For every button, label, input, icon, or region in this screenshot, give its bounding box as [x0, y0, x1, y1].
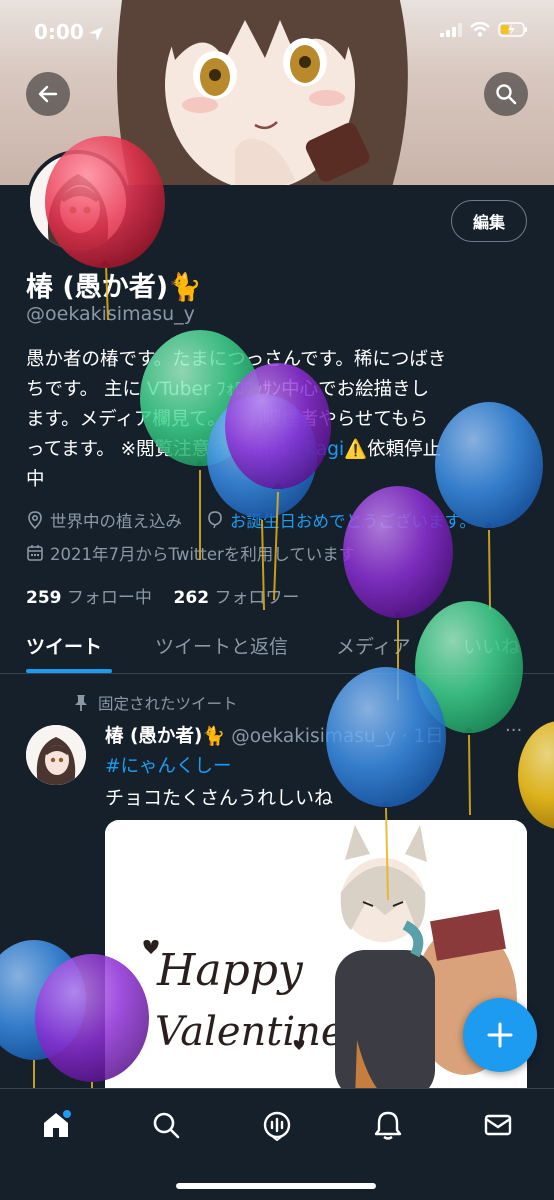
tweet-more-button[interactable]: ···	[505, 720, 522, 741]
nav-notifications[interactable]	[370, 1107, 406, 1143]
wifi-icon	[470, 22, 490, 37]
search-icon	[496, 84, 517, 105]
spaces-icon	[263, 1111, 291, 1141]
arrow-left-icon	[38, 85, 58, 103]
followers-label: フォロワー	[214, 588, 300, 608]
compose-tweet-button[interactable]	[463, 998, 537, 1072]
nav-spaces[interactable]	[259, 1107, 295, 1143]
bio-line: ってます。 ※閲覧注意@tsubaki_kagi⚠️依頼停止	[26, 435, 526, 465]
profile-handle: @oekakisimasu_y	[26, 303, 195, 325]
tweet-meta: @oekakisimasu_y · 1日	[231, 726, 444, 747]
profile-avatar[interactable]	[26, 150, 130, 254]
nav-messages[interactable]	[480, 1107, 516, 1143]
profile-meta-row: 世界中の植え込み お誕生日おめでとうございます。	[26, 508, 476, 532]
following-link[interactable]: 259 フォロー中	[26, 588, 152, 608]
follow-counts: 259 フォロー中 262 フォロワー	[26, 583, 299, 608]
tweet-avatar[interactable]	[26, 725, 86, 785]
followers-count: 262	[173, 588, 210, 608]
balloon-icon	[208, 511, 222, 529]
home-indicator	[176, 1183, 376, 1189]
bio-line: ます。メディア欄見て。受動喫煙者やらせてもら	[26, 409, 429, 430]
birthday-text: お誕生日おめでとうございます。	[230, 512, 476, 531]
tab-tweets-and-replies[interactable]: ツイートと返信	[155, 632, 288, 659]
display-name: 椿 (愚か者)🐈	[26, 272, 202, 303]
pinned-label-row: 固定されたツイート	[72, 692, 238, 714]
location-arrow-icon	[89, 27, 103, 41]
balloon-yellow	[518, 721, 554, 829]
profile-bio: 愚か者の椿です。たまにつっさんです。稀につばき ちです。 主に VTuber ﾌ…	[26, 345, 526, 495]
profile-tabs: ツイート ツイートと返信 メディア いいね	[0, 618, 554, 674]
active-tab-indicator	[26, 669, 112, 673]
tweet-header: 椿 (愚か者)🐈 @oekakisimasu_y · 1日	[105, 722, 444, 748]
image-text-happy: Happy	[156, 945, 304, 996]
search-button[interactable]	[484, 72, 528, 116]
tweet-author[interactable]: 椿 (愚か者)🐈	[105, 726, 225, 747]
avatar-illustration	[26, 725, 86, 785]
calendar-icon	[27, 545, 43, 561]
status-time: 0:00	[34, 20, 84, 44]
following-count: 259	[26, 588, 62, 608]
tweet-hashtag[interactable]: #にゃんくしー	[105, 752, 232, 778]
tab-likes[interactable]: いいね	[463, 632, 520, 659]
tab-tweets[interactable]: ツイート	[26, 632, 102, 659]
status-bar: 0:00	[0, 0, 554, 62]
profile-meta-row: 2021年7月からTwitterを利用しています	[26, 541, 355, 565]
mail-icon	[484, 1114, 512, 1136]
joined-text: 2021年7月からTwitterを利用しています	[50, 545, 356, 564]
bio-line: 愚か者の椿です。たまにつっさんです。稀につばき	[26, 349, 447, 370]
bell-icon	[374, 1111, 402, 1140]
nav-home[interactable]	[38, 1107, 74, 1143]
nav-search[interactable]	[148, 1107, 184, 1143]
tweet-text: チョコたくさんうれしいね	[105, 787, 334, 809]
tweet-image[interactable]: Happy Valentine	[105, 820, 527, 1100]
bio-line: ちです。 主に VTuber ﾌｫﾛﾜｯｻﾝ中心でお絵描きし	[26, 379, 430, 400]
bio-line: 中	[26, 469, 45, 490]
status-icons	[440, 22, 528, 37]
avatar-illustration	[30, 154, 126, 250]
tab-media[interactable]: メディア	[336, 632, 411, 659]
bio-text: ⚠️依頼停止	[344, 439, 442, 460]
location-pin-icon	[28, 511, 42, 529]
pinned-label: 固定されたツイート	[98, 695, 238, 713]
search-icon	[153, 1112, 180, 1139]
followers-link[interactable]: 262 フォロワー	[174, 588, 300, 608]
edit-profile-button[interactable]: 編集	[451, 200, 527, 242]
back-button[interactable]	[26, 72, 70, 116]
following-label: フォロー中	[66, 588, 152, 608]
bio-text: ってます。 ※閲覧注意	[26, 439, 211, 460]
valentine-illustration: Happy Valentine	[105, 820, 527, 1100]
balloon-blue	[0, 940, 86, 1090]
signal-icon	[440, 22, 462, 37]
bio-mention-link[interactable]: @tsubaki_kagi	[210, 439, 344, 460]
plus-icon	[487, 1022, 513, 1048]
pin-icon	[75, 695, 87, 711]
location-text: 世界中の植え込み	[50, 512, 182, 531]
image-text-valentine: Valentine	[155, 1009, 345, 1055]
battery-icon	[498, 22, 527, 37]
home-icon	[44, 1110, 71, 1137]
